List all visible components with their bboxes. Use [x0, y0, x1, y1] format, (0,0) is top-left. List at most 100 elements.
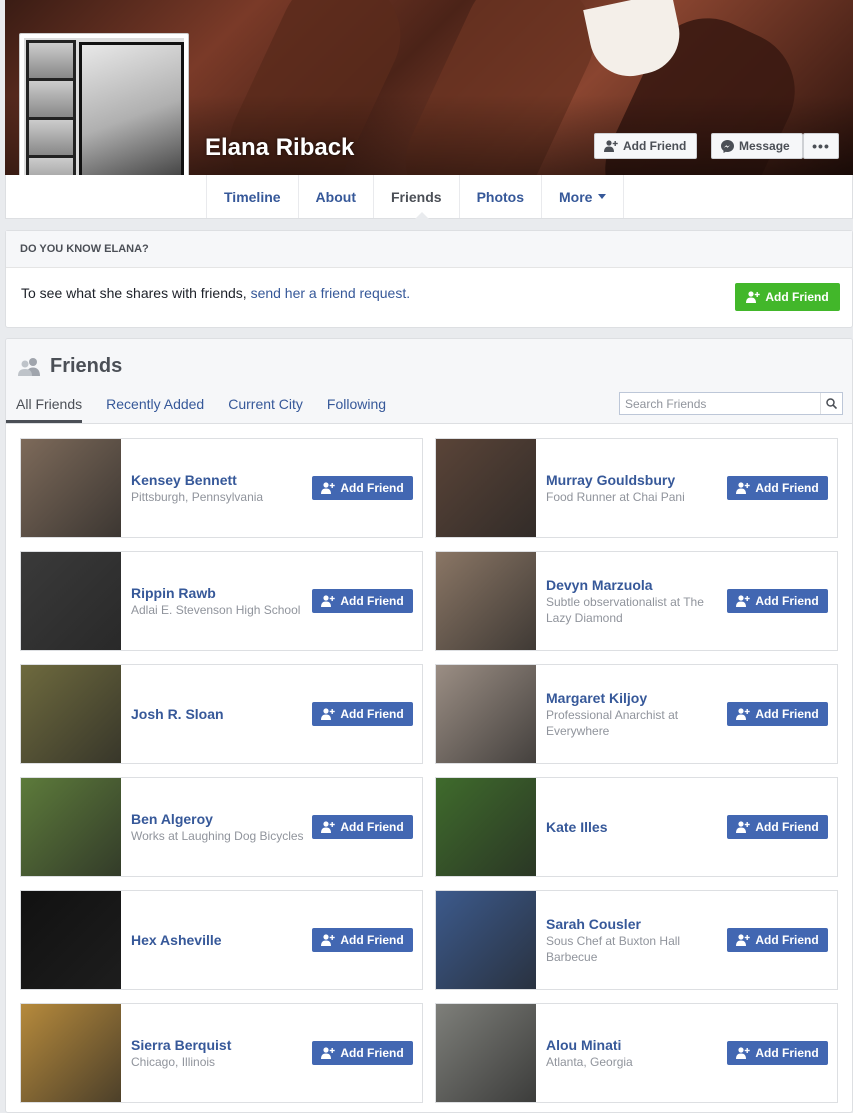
friend-card: Sierra Berquist Chicago, Illinois Add Frie… [20, 1003, 423, 1103]
messenger-icon [721, 139, 734, 153]
more-options-button[interactable]: ••• [803, 133, 839, 159]
ftab-current-city[interactable]: Current City [228, 396, 303, 412]
friend-name[interactable]: Kate Illes [546, 819, 721, 835]
add-friend-button[interactable]: Add Friend [312, 1041, 413, 1065]
friend-name[interactable]: Margaret Kiljoy [546, 690, 721, 706]
friend-name[interactable]: Kensey Bennett [131, 472, 306, 488]
search-icon [826, 398, 837, 409]
friend-photo[interactable] [21, 891, 121, 989]
add-friend-icon [321, 708, 336, 720]
tab-photos[interactable]: Photos [460, 175, 543, 218]
ellipsis-icon: ••• [812, 138, 830, 154]
friend-subtitle: Adlai E. Stevenson High School [131, 602, 301, 617]
friend-card: Sarah Cousler Sous Chef at Buxton Hall Ba… [435, 890, 838, 990]
friend-subtitle: Works at Laughing Dog Bicycles [131, 828, 304, 843]
add-friend-icon [736, 1047, 751, 1059]
friend-photo[interactable] [21, 665, 121, 763]
message-label: Message [739, 139, 790, 153]
friend-name[interactable]: Rippin Rawb [131, 585, 306, 601]
add-friend-icon [604, 140, 618, 152]
active-tab-underline [6, 420, 82, 423]
friend-subtitle-link[interactable]: Everywhere [546, 724, 609, 738]
friends-icon [18, 357, 40, 376]
friend-subtitle: Pittsburgh, Pennsylvania [131, 489, 264, 504]
friend-photo[interactable] [436, 1004, 536, 1102]
add-friend-icon [736, 708, 751, 720]
friend-name[interactable]: Devyn Marzuola [546, 577, 721, 593]
friend-name[interactable]: Alou Minati [546, 1037, 721, 1053]
add-friend-icon [736, 934, 751, 946]
friend-card: Devyn Marzuola Subtle observationalist at… [435, 551, 838, 651]
friend-subtitle-link[interactable]: Laughing Dog Bicycles [181, 829, 303, 843]
add-friend-icon [736, 482, 751, 494]
friend-photo[interactable] [436, 552, 536, 650]
friends-section: Friends All Friends Recently Added Curre… [5, 338, 853, 1113]
friend-subtitle: Professional Anarchist at Everywhere [546, 707, 679, 738]
friend-subtitle: Food Runner at Chai Pani [546, 489, 685, 504]
friend-subtitle: Chicago, Illinois [131, 1054, 216, 1069]
active-tab-marker [415, 212, 429, 219]
friend-photo[interactable] [21, 552, 121, 650]
friend-card: Kate Illes Add Friend [435, 777, 838, 877]
friend-photo[interactable] [21, 1004, 121, 1102]
search-friends [619, 392, 843, 415]
friend-subtitle: Sous Chef at Buxton Hall Barbecue [546, 933, 681, 964]
friend-photo[interactable] [436, 439, 536, 537]
add-friend-button[interactable]: Add Friend [727, 928, 828, 952]
friend-photo[interactable] [436, 665, 536, 763]
add-friend-button[interactable]: Add Friend [727, 589, 828, 613]
add-friend-icon [321, 595, 336, 607]
add-friend-button[interactable]: Add Friend [727, 476, 828, 500]
search-button[interactable] [820, 393, 842, 414]
friend-card: Margaret Kiljoy Professional Anarchist at… [435, 664, 838, 764]
friend-name[interactable]: Sierra Berquist [131, 1037, 306, 1053]
friend-card: Josh R. Sloan Add Friend [20, 664, 423, 764]
add-friend-icon [321, 1047, 336, 1059]
add-friend-label: Add Friend [623, 139, 687, 153]
add-friend-icon [321, 482, 336, 494]
chevron-down-icon [598, 194, 607, 199]
tab-more[interactable]: More [542, 175, 625, 218]
friend-subtitle: Atlanta, Georgia [546, 1054, 633, 1069]
add-friend-button[interactable]: Add Friend [312, 702, 413, 726]
add-friend-button[interactable]: Add Friend [727, 702, 828, 726]
tab-about[interactable]: About [299, 175, 374, 218]
friend-name[interactable]: Hex Asheville [131, 932, 306, 948]
do-you-know-heading: DO YOU KNOW ELANA? [6, 231, 852, 268]
add-friend-button[interactable]: Add Friend [727, 815, 828, 839]
profile-nav: Timeline About Friends Photos More [5, 175, 853, 219]
profile-name[interactable]: Elana Riback [205, 134, 354, 162]
friend-photo[interactable] [436, 891, 536, 989]
friend-photo[interactable] [21, 778, 121, 876]
friend-request-link[interactable]: send her a friend request. [251, 285, 411, 301]
friend-photo[interactable] [436, 778, 536, 876]
friend-card: Alou Minati Atlanta, Georgia Add Friend [435, 1003, 838, 1103]
friend-subtitle: Subtle observationalist at The Lazy Diam… [546, 594, 704, 625]
friend-name[interactable]: Murray Gouldsbury [546, 472, 721, 488]
friend-name[interactable]: Josh R. Sloan [131, 706, 306, 722]
add-friend-button[interactable]: Add Friend [312, 815, 413, 839]
search-friends-input[interactable] [620, 393, 820, 414]
do-you-know-box: DO YOU KNOW ELANA? To see what she share… [5, 230, 853, 328]
ftab-all-friends[interactable]: All Friends [16, 396, 82, 412]
message-button[interactable]: Message [711, 133, 803, 159]
ftab-following[interactable]: Following [327, 396, 386, 412]
add-friend-icon [746, 291, 761, 303]
friend-card: Rippin Rawb Adlai E. Stevenson High Schoo… [20, 551, 423, 651]
add-friend-green-button[interactable]: Add Friend [735, 283, 840, 311]
tab-timeline[interactable]: Timeline [207, 175, 299, 218]
friend-name[interactable]: Sarah Cousler [546, 916, 721, 932]
friend-subtitle-link[interactable]: Chai Pani [633, 490, 685, 504]
add-friend-icon [321, 821, 336, 833]
friend-photo[interactable] [21, 439, 121, 537]
add-friend-button[interactable]: Add Friend [312, 589, 413, 613]
friend-card: Hex Asheville Add Friend [20, 890, 423, 990]
add-friend-button[interactable]: Add Friend [312, 928, 413, 952]
add-friend-button[interactable]: Add Friend [594, 133, 697, 159]
ftab-recently-added[interactable]: Recently Added [106, 396, 204, 412]
friend-card: Kensey Bennett Pittsburgh, Pennsylvania Ad… [20, 438, 423, 538]
add-friend-button[interactable]: Add Friend [312, 476, 413, 500]
add-friend-button[interactable]: Add Friend [727, 1041, 828, 1065]
friends-title: Friends [50, 355, 123, 377]
friend-name[interactable]: Ben Algeroy [131, 811, 306, 827]
